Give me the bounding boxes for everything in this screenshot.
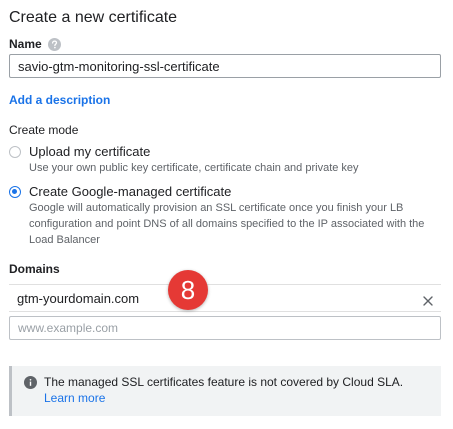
info-icon: [24, 376, 37, 389]
radio-google-managed-description: Google will automatically provision an S…: [29, 202, 425, 246]
radio-option-google-managed[interactable]: Create Google-managed certificate Google…: [9, 183, 449, 248]
radio-upload-title: Upload my certificate: [29, 144, 151, 159]
learn-more-link[interactable]: Learn more: [44, 390, 403, 406]
help-icon[interactable]: [47, 37, 61, 51]
radio-upload-certificate[interactable]: [9, 146, 21, 158]
name-input[interactable]: [9, 54, 441, 78]
radio-option-upload[interactable]: Upload my certificate Use your own publi…: [9, 143, 449, 176]
domain-input[interactable]: [9, 316, 441, 340]
domain-list-item: gtm-yourdomain.com: [9, 284, 441, 312]
radio-google-managed-certificate[interactable]: [9, 186, 21, 198]
domain-value: gtm-yourdomain.com: [17, 290, 140, 306]
name-label: Name: [9, 37, 42, 51]
create-mode-label: Create mode: [9, 123, 79, 137]
radio-google-managed-title: Create Google-managed certificate: [29, 184, 232, 199]
sla-notice: The managed SSL certificates feature is …: [9, 366, 441, 416]
step-number-badge: 8: [168, 270, 208, 310]
name-label-row: Name: [9, 37, 61, 51]
page-title: Create a new certificate: [9, 9, 178, 26]
notice-text: The managed SSL certificates feature is …: [44, 375, 404, 389]
radio-upload-description: Use your own public key certificate, cer…: [29, 162, 359, 174]
add-description-link[interactable]: Add a description: [9, 93, 110, 107]
close-icon[interactable]: [423, 293, 433, 306]
domains-label: Domains: [9, 262, 60, 276]
